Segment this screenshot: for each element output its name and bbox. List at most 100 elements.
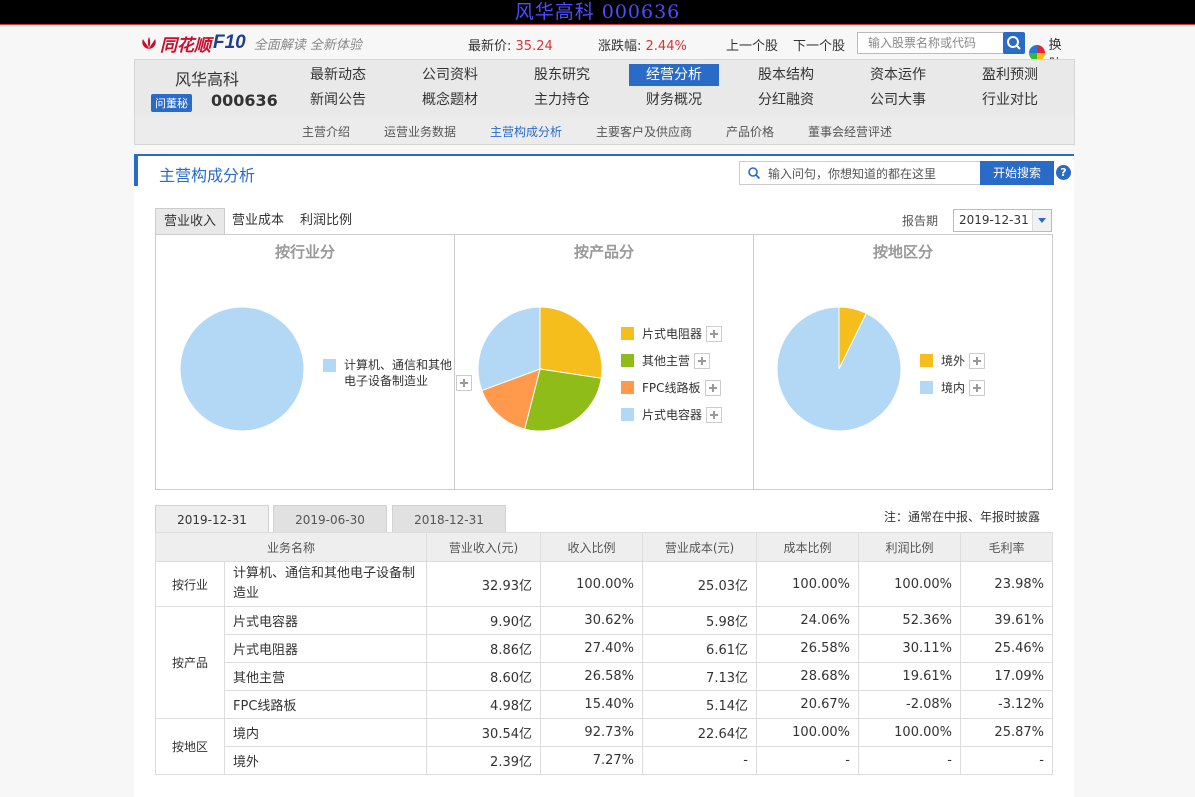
composition-table: 业务名称 营业收入(元) 收入比例 营业成本(元) 成本比例 利润比例 毛利率 …	[155, 532, 1053, 775]
nav-news[interactable]: 新闻公告	[293, 89, 383, 111]
value-cell: 100.00%	[858, 561, 961, 607]
subnav-customers-suppliers[interactable]: 主要客户及供应商	[596, 123, 692, 140]
subnav-product-price[interactable]: 产品价格	[726, 123, 774, 140]
value-cell: 100.00%	[756, 718, 859, 747]
expand-icon[interactable]	[706, 406, 723, 423]
nav-business-analysis[interactable]: 经营分析	[629, 64, 719, 86]
legend-item[interactable]: 片式电阻器	[621, 325, 723, 342]
legend-label: 境外	[941, 354, 966, 368]
date-tab[interactable]: 2018-12-31	[392, 505, 506, 533]
legend-item[interactable]: FPC线路板	[621, 379, 721, 396]
chevron-down-icon	[1032, 210, 1051, 231]
value-cell: 25.03亿	[642, 561, 757, 607]
table-body: 按行业 计算机、通信和其他电子设备制造业 32.93亿 100.00% 25.03亿 10…	[155, 561, 1053, 775]
pie-slice[interactable]	[539, 306, 603, 379]
business-name-cell: 境内	[224, 718, 427, 747]
table-row: 其他主营 8.60亿 26.58% 7.13亿 28.68% 19.61% 17.09%	[156, 662, 1053, 691]
nav-company-profile[interactable]: 公司资料	[405, 64, 495, 86]
legend-label: 计算机、通信和其他电子设备制造业	[344, 358, 453, 388]
nav-industry-compare[interactable]: 行业对比	[965, 89, 1055, 111]
legend-item[interactable]: 计算机、通信和其他电子设备制造业	[323, 357, 472, 391]
expand-icon[interactable]	[969, 352, 986, 369]
value-cell: 15.40%	[540, 690, 643, 719]
stock-search-button[interactable]	[1003, 32, 1025, 54]
date-tab[interactable]: 2019-06-30	[273, 505, 387, 533]
table-row: 按产品 片式电容器 9.90亿 30.62% 5.98亿 24.06% 52.36% 39.6…	[155, 606, 1053, 719]
column-header: 利润比例	[858, 532, 961, 562]
pie-slice[interactable]	[776, 306, 902, 432]
legend-item[interactable]: 其他主营	[621, 352, 711, 369]
value-cell: 6.61亿	[642, 634, 757, 663]
legend-swatch	[621, 408, 634, 421]
value-cell: 24.06%	[756, 606, 859, 635]
value-cell: -2.08%	[858, 690, 961, 719]
tab-cost[interactable]: 营业成本	[232, 208, 284, 234]
main-nav: 风华高科 问董秘 000636 最新动态 公司资料 股东研究 经营分析 股本结构…	[134, 59, 1075, 117]
column-header: 成本比例	[756, 532, 859, 562]
nav-concepts[interactable]: 概念题材	[405, 89, 495, 111]
business-name-cell: 片式电阻器	[224, 634, 427, 663]
top-bar: 同花顺 F10 全面解读 全新体验 最新价: 35.24 涨跌幅: 2.44% …	[134, 28, 1074, 72]
value-cell: 19.61%	[858, 662, 961, 691]
pie-slice[interactable]	[179, 306, 305, 432]
chart-by-industry: 按行业分 计算机、通信和其他电子设备制造业	[156, 235, 472, 489]
stock-search-input[interactable]: 输入股票名称或代码	[857, 32, 1017, 54]
nav-capital-ops[interactable]: 资本运作	[853, 64, 943, 86]
value-cell: 26.58%	[756, 634, 859, 663]
legend-item[interactable]: 境外	[920, 352, 986, 369]
value-cell: 23.98%	[960, 561, 1053, 607]
date-tab[interactable]: 2019-12-31	[155, 505, 269, 533]
table-row: FPC线路板 4.98亿 15.40% 5.14亿 20.67% -2.08% -3.12%	[156, 690, 1053, 719]
chart-by-region: 按地区分 境外 境内	[754, 235, 1052, 489]
stock-name: 风华高科	[175, 70, 240, 89]
help-icon[interactable]: ?	[1056, 165, 1071, 180]
expand-icon[interactable]	[694, 352, 711, 369]
subnav-main-intro[interactable]: 主营介绍	[302, 123, 350, 140]
latest-price: 最新价: 35.24	[468, 35, 553, 54]
nav-equity-structure[interactable]: 股本结构	[741, 64, 831, 86]
value-cell: 92.73%	[540, 718, 643, 747]
period-label: 报告期	[902, 214, 939, 228]
price-change: 涨跌幅: 2.44%	[598, 35, 687, 54]
ask-secretary-button[interactable]: 问董秘	[151, 94, 192, 112]
tab-revenue[interactable]: 营业收入	[155, 208, 226, 235]
subnav-operating-data[interactable]: 运营业务数据	[384, 123, 456, 140]
value-cell: 8.86亿	[426, 634, 541, 663]
business-name-cell: FPC线路板	[224, 690, 427, 719]
expand-icon[interactable]	[704, 379, 721, 396]
value-cell: 39.61%	[960, 606, 1053, 635]
start-search-button[interactable]: 开始搜索	[980, 161, 1054, 185]
next-stock-link[interactable]: 下一个股	[793, 35, 845, 54]
table-row: 按地区 境内 30.54亿 92.73% 22.64亿 100.00% 100.00% 25.…	[155, 718, 1053, 775]
nav-financial-overview[interactable]: 财务概况	[629, 89, 719, 111]
panel-flag	[134, 156, 138, 186]
legend-item[interactable]: 片式电容器	[621, 406, 723, 423]
nav-latest-news[interactable]: 最新动态	[293, 64, 383, 86]
value-cell: 17.09%	[960, 662, 1053, 691]
legend-swatch	[621, 354, 634, 367]
value-cell: 27.40%	[540, 634, 643, 663]
brand-logo[interactable]: 同花顺 F10 全面解读 全新体验	[140, 32, 362, 55]
subnav-composition[interactable]: 主营构成分析	[490, 123, 562, 140]
legend-label: FPC线路板	[642, 381, 701, 395]
nav-dividends[interactable]: 分红融资	[741, 89, 831, 111]
nav-main-holdings[interactable]: 主力持仓	[517, 89, 607, 111]
expand-icon[interactable]	[706, 325, 723, 342]
column-header: 业务名称	[155, 532, 427, 562]
nav-profit-forecast[interactable]: 盈利预测	[965, 64, 1055, 86]
expand-icon[interactable]	[969, 379, 986, 396]
table-row: 片式电阻器 8.86亿 27.40% 6.61亿 26.58% 30.11% 25.46%	[156, 634, 1053, 663]
nav-company-events[interactable]: 公司大事	[853, 89, 943, 111]
legend-item[interactable]: 境内	[920, 379, 986, 396]
legend-label: 其他主营	[642, 354, 691, 368]
value-cell: -	[960, 746, 1053, 775]
legend-label: 境内	[941, 381, 966, 395]
business-name-cell: 片式电容器	[224, 606, 427, 635]
nav-shareholders[interactable]: 股东研究	[517, 64, 607, 86]
period-select[interactable]: 2019-12-31	[953, 209, 1052, 232]
ask-input[interactable]: 输入问句，你想知道的都在这里	[739, 161, 981, 185]
legend-label: 片式电容器	[642, 408, 703, 422]
subnav-board-review[interactable]: 董事会经营评述	[808, 123, 892, 140]
tab-profit-ratio[interactable]: 利润比例	[300, 208, 352, 234]
prev-stock-link[interactable]: 上一个股	[726, 35, 778, 54]
